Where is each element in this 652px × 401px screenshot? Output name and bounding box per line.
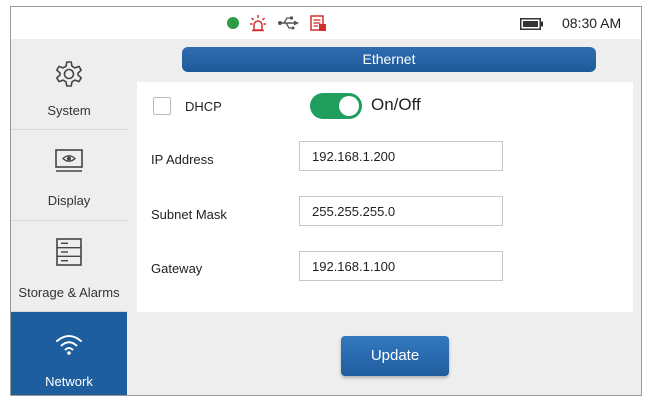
sidebar: System Display Storage & Alarms Network bbox=[11, 39, 127, 395]
ethernet-settings-panel: DHCP On/Off IP Address Subnet Mask Gatew… bbox=[137, 82, 633, 312]
sidebar-item-storage-alarms[interactable]: Storage & Alarms bbox=[11, 221, 127, 312]
gear-icon bbox=[11, 59, 127, 89]
ip-address-field[interactable] bbox=[299, 141, 503, 171]
gateway-field[interactable] bbox=[299, 251, 503, 281]
status-dot bbox=[227, 17, 239, 29]
clock-time: 08:30 AM bbox=[562, 15, 622, 31]
ethernet-toggle[interactable] bbox=[310, 93, 362, 119]
update-button[interactable]: Update bbox=[341, 336, 449, 376]
toggle-label: On/Off bbox=[371, 95, 421, 114]
toggle-knob bbox=[339, 96, 359, 116]
sidebar-item-label: Display bbox=[47, 193, 91, 208]
sidebar-item-display[interactable]: Display bbox=[11, 130, 127, 221]
usb-icon bbox=[277, 16, 299, 30]
main-content: Ethernet DHCP On/Off IP Address Subnet M… bbox=[127, 39, 641, 395]
dhcp-checkbox[interactable] bbox=[153, 97, 171, 115]
sidebar-item-label: Storage & Alarms bbox=[18, 285, 120, 300]
sidebar-item-label: Network bbox=[45, 374, 93, 389]
display-icon bbox=[11, 148, 127, 174]
report-icon bbox=[309, 14, 327, 32]
status-bar: 08:30 AM bbox=[11, 7, 641, 39]
sidebar-item-system[interactable]: System bbox=[11, 39, 127, 130]
status-icons bbox=[227, 12, 337, 34]
ip-address-label: IP Address bbox=[151, 152, 214, 167]
page-title: Ethernet bbox=[182, 47, 596, 72]
wifi-icon bbox=[11, 332, 127, 356]
subnet-mask-label: Subnet Mask bbox=[151, 207, 227, 222]
alarm-icon bbox=[249, 14, 267, 32]
subnet-mask-field[interactable] bbox=[299, 196, 503, 226]
dhcp-label: DHCP bbox=[185, 99, 222, 114]
gateway-label: Gateway bbox=[151, 261, 203, 276]
sidebar-item-label: System bbox=[47, 103, 91, 118]
storage-icon bbox=[11, 237, 127, 267]
sidebar-item-network[interactable]: Network bbox=[11, 312, 127, 395]
battery-icon bbox=[520, 17, 544, 35]
device-screen: 08:30 AM System Display Storage & Alarms… bbox=[10, 6, 642, 396]
